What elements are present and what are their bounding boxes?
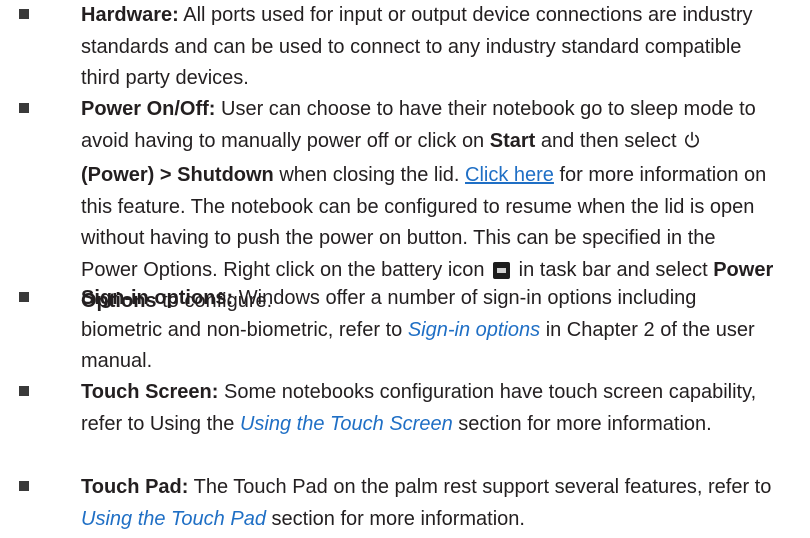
bullet (19, 9, 29, 19)
item-text: section for more information. (271, 507, 525, 530)
paragraph: Touch Pad: The Touch Pad on the palm res… (81, 472, 774, 535)
item-text: The Touch Pad on the palm rest support s… (193, 476, 772, 498)
power-shutdown-label: (Power) > Shutdown (81, 164, 274, 186)
item-title: Touch Screen: (81, 381, 219, 403)
paragraph: Touch Screen: Some notebooks configurati… (81, 377, 774, 440)
bullet (19, 292, 29, 302)
item-text: in task bar and select (518, 258, 708, 281)
item-title: Power On/Off: (81, 98, 216, 120)
item-text: All ports used for input or output devic… (81, 4, 753, 89)
item-text: section for more information. (458, 412, 712, 435)
start-label: Start (489, 129, 536, 152)
touch-screen-link[interactable]: Using the Touch Screen (240, 413, 453, 435)
item-title: Hardware: (81, 4, 179, 26)
item-text: and then select (540, 129, 677, 152)
document-page: Hardware: All ports used for input or ou… (0, 0, 810, 538)
item-text: when closing the lid. (279, 164, 460, 186)
bullet (19, 103, 29, 113)
paragraph: Hardware: All ports used for input or ou… (81, 0, 774, 95)
paragraph: Sign-in options: Windows offer a number … (81, 283, 774, 378)
sign-in-options-link[interactable]: Sign-in options (408, 319, 540, 341)
battery-icon (493, 261, 511, 279)
item-title: Touch Pad: (81, 476, 189, 498)
touch-pad-link[interactable]: Using the Touch Pad (81, 508, 266, 530)
item-title: Sign-in options: (81, 287, 234, 309)
bullet (19, 386, 29, 396)
power-icon (684, 129, 700, 161)
bullet (19, 481, 29, 491)
click-here-link[interactable]: Click here (465, 164, 554, 186)
